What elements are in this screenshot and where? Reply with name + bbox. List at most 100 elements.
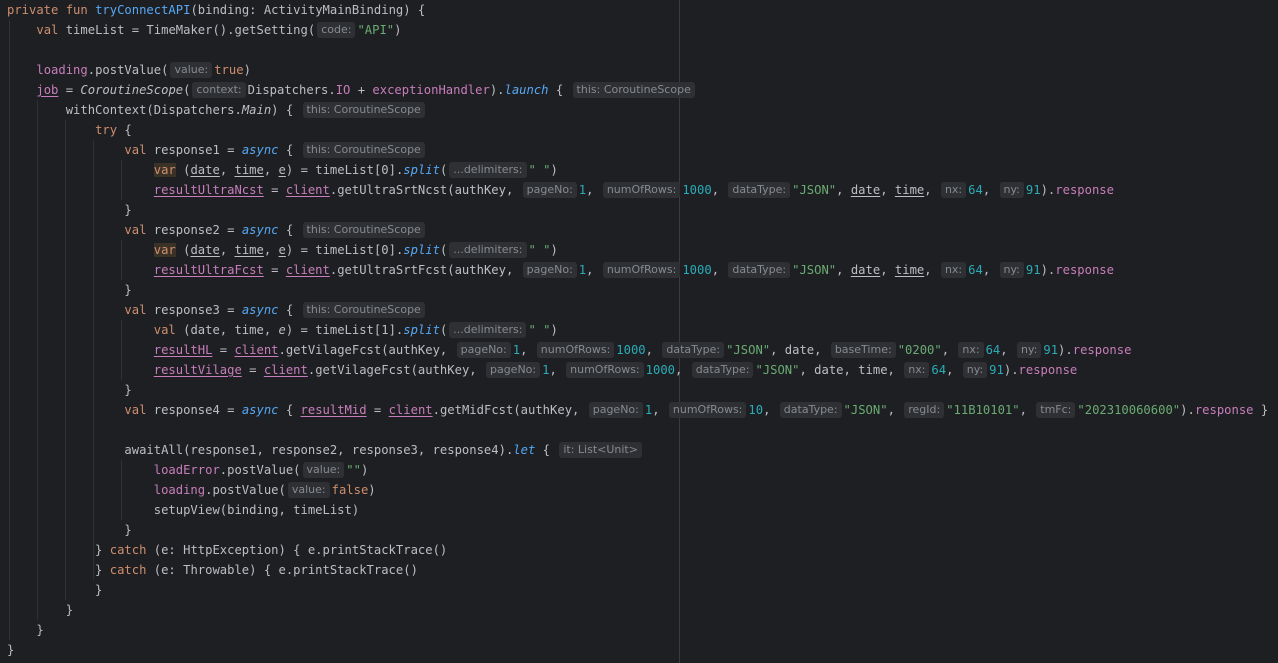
code-token: async: [241, 143, 279, 157]
code-line[interactable]: resultUltraFcst = client.getUltraSrtFcst…: [7, 260, 1114, 280]
code-token: setupView(binding, timeList): [7, 503, 360, 517]
code-line[interactable]: }: [7, 280, 131, 300]
code-token: ).: [1180, 403, 1195, 417]
code-token: .postValue(: [87, 63, 169, 77]
code-token: (: [175, 243, 191, 257]
code-token: resultUltraFcst: [153, 263, 264, 277]
code-line[interactable]: val response4 = async { resultMid = clie…: [7, 400, 1268, 420]
code-token: 1: [512, 343, 521, 357]
code-line[interactable]: val response3 = async { this: CoroutineS…: [7, 300, 427, 320]
code-token: ,: [675, 363, 690, 377]
code-token: response: [1018, 363, 1078, 377]
code-token: ,: [887, 403, 903, 417]
code-line[interactable]: val response2 = async { this: CoroutineS…: [7, 220, 427, 240]
code-token: =: [212, 343, 235, 357]
code-token: let: [513, 443, 536, 457]
code-token: 1000: [682, 183, 712, 197]
code-token: ,: [941, 343, 957, 357]
inlay-hint: value:: [170, 62, 213, 78]
code-line[interactable]: val response1 = async { this: CoroutineS…: [7, 140, 427, 160]
code-line[interactable]: }: [7, 200, 131, 220]
code-line[interactable]: loading.postValue(value: true): [7, 60, 251, 80]
code-token: (: [439, 323, 448, 337]
code-token: 91: [1025, 183, 1041, 197]
code-token: ,: [982, 183, 998, 197]
code-line[interactable]: }: [7, 520, 131, 540]
code-line[interactable]: setupView(binding, timeList): [7, 500, 359, 520]
code-line[interactable]: } catch (e: HttpException) { e.printStac…: [7, 540, 447, 560]
code-token: " ": [528, 243, 551, 257]
code-token: async: [241, 303, 279, 317]
code-line[interactable]: var (date, time, e) = timeList[0].split(…: [7, 240, 558, 260]
code-line[interactable]: resultUltraNcst = client.getUltraSrtNcst…: [7, 180, 1114, 200]
code-token: val: [36, 23, 66, 37]
code-token: date: [850, 183, 881, 197]
code-token: val: [124, 143, 154, 157]
code-token: "API": [357, 23, 395, 37]
code-line[interactable]: var (date, time, e) = timeList[0].split(…: [7, 160, 558, 180]
code-token: response4 =: [153, 403, 242, 417]
code-line[interactable]: resultVilage = client.getVilageFcst(auth…: [7, 360, 1077, 380]
code-token: {: [278, 403, 301, 417]
code-token: resultVilage: [153, 363, 242, 377]
inlay-hint: this: CoroutineScope: [302, 102, 425, 118]
inlay-hint: dataType:: [779, 402, 842, 418]
code-token: resultHL: [153, 343, 213, 357]
code-token: .getUltraSrtNcst(authKey,: [329, 183, 521, 197]
code-line[interactable]: }: [7, 380, 131, 400]
code-token: catch: [109, 543, 147, 557]
code-line[interactable]: val (date, time, e) = timeList[1].split(…: [7, 320, 558, 340]
code-token: ,: [520, 343, 535, 357]
code-token: CoroutineScope: [80, 83, 184, 97]
code-token: true: [214, 63, 244, 77]
code-token: try: [95, 123, 118, 137]
code-line[interactable]: }: [7, 620, 43, 640]
code-token: 91: [1043, 343, 1059, 357]
code-token: time: [894, 263, 925, 277]
code-line[interactable]: loading.postValue(value: false): [7, 480, 376, 500]
code-token: client: [285, 183, 330, 197]
code-token: (binding: ActivityMainBinding) {: [190, 3, 426, 17]
code-line[interactable]: try {: [7, 120, 132, 140]
code-token: launch: [504, 83, 549, 97]
code-token: 91: [1025, 263, 1041, 277]
code-line[interactable]: val timeList = TimeMaker().getSetting(co…: [7, 20, 401, 40]
code-token: 64: [931, 363, 947, 377]
code-line[interactable]: private fun tryConnectAPI(binding: Activ…: [7, 0, 425, 20]
inlay-hint: code:: [317, 22, 356, 38]
code-token: loading: [36, 63, 88, 77]
code-token: ).: [1003, 363, 1019, 377]
inlay-hint: value:: [287, 482, 330, 498]
code-token: {: [117, 123, 132, 137]
code-line[interactable]: loadError.postValue(value: ""): [7, 460, 368, 480]
code-token: response: [1194, 403, 1254, 417]
code-token: {: [278, 303, 301, 317]
inlay-hint: numOfRows:: [536, 342, 615, 358]
code-token: "202310060600": [1077, 403, 1181, 417]
code-token: Dispatchers.: [247, 83, 336, 97]
code-token: ).: [489, 83, 505, 97]
inlay-hint: numOfRows:: [602, 182, 681, 198]
code-token: "": [346, 463, 361, 477]
code-line[interactable]: }: [7, 640, 14, 660]
code-editor[interactable]: private fun tryConnectAPI(binding: Activ…: [0, 0, 1278, 663]
code-token: ,: [549, 363, 565, 377]
code-line[interactable]: awaitAll(response1, response2, response3…: [7, 440, 644, 460]
code-line[interactable]: } catch (e: Throwable) { e.printStackTra…: [7, 560, 418, 580]
inlay-hint: tmFc:: [1036, 402, 1076, 418]
code-token: .getVilageFcst(authKey,: [278, 343, 455, 357]
code-line[interactable]: resultHL = client.getVilageFcst(authKey,…: [7, 340, 1131, 360]
code-token: ,: [645, 343, 661, 357]
code-token: "JSON": [726, 343, 771, 357]
code-token: "11B10101": [946, 403, 1020, 417]
code-token: async: [241, 403, 279, 417]
code-line[interactable]: }: [7, 600, 73, 620]
code-line[interactable]: }: [7, 580, 102, 600]
code-line[interactable]: withContext(Dispatchers.Main) { this: Co…: [7, 100, 427, 120]
code-line[interactable]: job = CoroutineScope(context: Dispatchers…: [7, 80, 697, 100]
